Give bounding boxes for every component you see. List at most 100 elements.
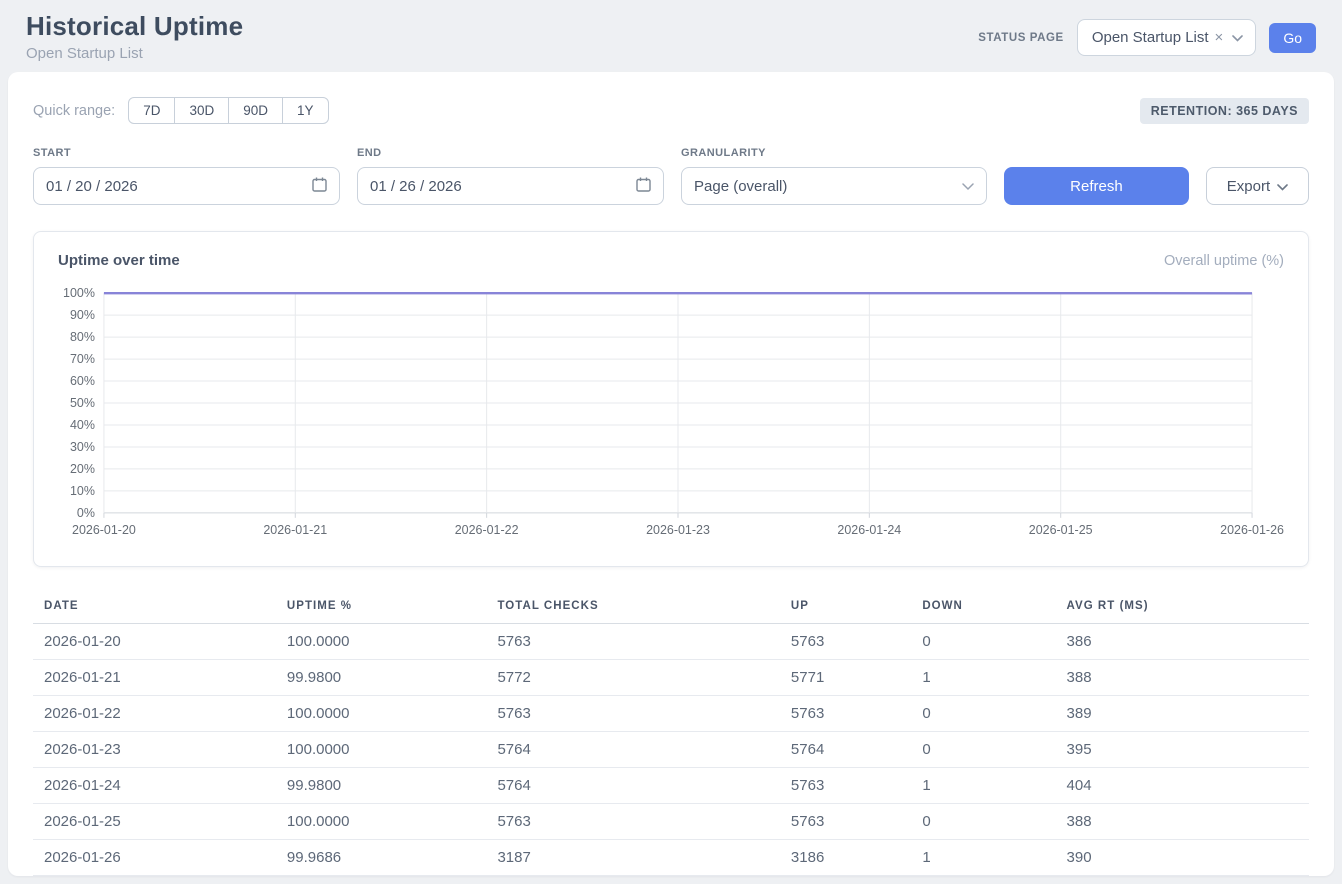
svg-text:100%: 100% — [63, 286, 95, 300]
table-cell: 5763 — [791, 804, 922, 840]
retention-badge: RETENTION: 365 DAYS — [1140, 98, 1309, 124]
table-cell: 0 — [922, 624, 1066, 660]
quick-range-30d[interactable]: 30D — [174, 97, 229, 124]
end-date-value: 01 / 26 / 2026 — [370, 178, 462, 195]
table-cell: 1 — [922, 840, 1066, 876]
refresh-button[interactable]: Refresh — [1004, 167, 1189, 205]
page-subtitle: Open Startup List — [26, 45, 243, 62]
svg-text:2026-01-22: 2026-01-22 — [455, 523, 519, 537]
uptime-line-chart: 0%10%20%30%40%50%60%70%80%90%100%2026-01… — [58, 283, 1284, 539]
chevron-down-icon — [962, 178, 974, 195]
table-cell: 99.9686 — [287, 840, 498, 876]
table-cell: 389 — [1067, 696, 1309, 732]
chart-legend: Overall uptime (%) — [1164, 253, 1284, 269]
table-cell: 388 — [1067, 804, 1309, 840]
table-row: 2026-01-2699.9686318731861390 — [33, 840, 1309, 876]
quick-range-row: Quick range: 7D30D90D1Y RETENTION: 365 D… — [33, 97, 1309, 124]
svg-text:2026-01-23: 2026-01-23 — [646, 523, 710, 537]
column-header: TOTAL CHECKS — [497, 591, 790, 624]
table-cell: 2026-01-24 — [33, 768, 287, 804]
quick-range-7d[interactable]: 7D — [128, 97, 175, 124]
table-row: 2026-01-22100.0000576357630389 — [33, 696, 1309, 732]
table-row: 2026-01-23100.0000576457640395 — [33, 732, 1309, 768]
table-cell: 5772 — [497, 660, 790, 696]
column-header: AVG RT (MS) — [1067, 591, 1309, 624]
calendar-icon[interactable] — [636, 177, 651, 196]
table-cell: 100.0000 — [287, 732, 498, 768]
table-header-row: DATEUPTIME %TOTAL CHECKSUPDOWNAVG RT (MS… — [33, 591, 1309, 624]
filters-row: START 01 / 20 / 2026 END 01 / 26 / 2026 … — [33, 147, 1309, 205]
quick-range-1y[interactable]: 1Y — [282, 97, 329, 124]
granularity-select[interactable]: Page (overall) — [681, 167, 987, 205]
svg-text:20%: 20% — [70, 462, 95, 476]
end-date-input[interactable]: 01 / 26 / 2026 — [357, 167, 664, 205]
table-cell: 5771 — [791, 660, 922, 696]
table-cell: 100.0000 — [287, 804, 498, 840]
table-cell: 5763 — [497, 804, 790, 840]
table-cell: 3186 — [791, 840, 922, 876]
column-header: DOWN — [922, 591, 1066, 624]
table-cell: 388 — [1067, 660, 1309, 696]
column-header: UP — [791, 591, 922, 624]
svg-text:60%: 60% — [70, 374, 95, 388]
quick-range-group: 7D30D90D1Y — [128, 97, 328, 124]
end-label: END — [357, 147, 664, 159]
start-date-input[interactable]: 01 / 20 / 2026 — [33, 167, 340, 205]
chart-title: Uptime over time — [58, 252, 180, 269]
page-title: Historical Uptime — [26, 11, 243, 42]
svg-text:90%: 90% — [70, 308, 95, 322]
table-cell: 100.0000 — [287, 624, 498, 660]
status-page-value: Open Startup List — [1092, 29, 1209, 46]
table-cell: 1 — [922, 768, 1066, 804]
svg-text:2026-01-25: 2026-01-25 — [1029, 523, 1093, 537]
table-row: 2026-01-25100.0000576357630388 — [33, 804, 1309, 840]
granularity-field: GRANULARITY Page (overall) — [681, 147, 987, 205]
uptime-table: DATEUPTIME %TOTAL CHECKSUPDOWNAVG RT (MS… — [33, 591, 1309, 876]
export-button[interactable]: Export — [1206, 167, 1309, 205]
clear-selection-icon[interactable]: × — [1215, 29, 1224, 46]
table-cell: 5764 — [497, 732, 790, 768]
table-cell: 0 — [922, 696, 1066, 732]
table-cell: 5763 — [497, 624, 790, 660]
table-cell: 1 — [922, 660, 1066, 696]
table-cell: 100.0000 — [287, 696, 498, 732]
table-cell: 5763 — [497, 696, 790, 732]
top-header: Historical Uptime Open Startup List STAT… — [0, 0, 1342, 72]
svg-text:2026-01-21: 2026-01-21 — [263, 523, 327, 537]
svg-text:40%: 40% — [70, 418, 95, 432]
table-cell: 390 — [1067, 840, 1309, 876]
table-cell: 99.9800 — [287, 660, 498, 696]
table-cell: 395 — [1067, 732, 1309, 768]
table-cell: 2026-01-20 — [33, 624, 287, 660]
table-cell: 2026-01-25 — [33, 804, 287, 840]
table-cell: 3187 — [497, 840, 790, 876]
svg-text:10%: 10% — [70, 484, 95, 498]
quick-range-label: Quick range: — [33, 103, 115, 119]
table-cell: 0 — [922, 732, 1066, 768]
status-page-select[interactable]: Open Startup List × — [1077, 19, 1257, 56]
table-cell: 386 — [1067, 624, 1309, 660]
calendar-icon[interactable] — [312, 177, 327, 196]
column-header: UPTIME % — [287, 591, 498, 624]
svg-text:70%: 70% — [70, 352, 95, 366]
start-date-field: START 01 / 20 / 2026 — [33, 147, 340, 205]
table-cell: 5763 — [791, 768, 922, 804]
end-date-field: END 01 / 26 / 2026 — [357, 147, 664, 205]
table-cell: 2026-01-26 — [33, 840, 287, 876]
svg-text:80%: 80% — [70, 330, 95, 344]
go-button[interactable]: Go — [1269, 23, 1316, 53]
granularity-label: GRANULARITY — [681, 147, 987, 159]
table-cell: 5764 — [791, 732, 922, 768]
table-cell: 5763 — [791, 696, 922, 732]
column-header: DATE — [33, 591, 287, 624]
chevron-down-icon — [1277, 178, 1288, 195]
chevron-down-icon — [1232, 29, 1243, 46]
title-block: Historical Uptime Open Startup List — [26, 11, 243, 62]
granularity-value: Page (overall) — [694, 178, 787, 195]
table-cell: 2026-01-21 — [33, 660, 287, 696]
table-cell: 0 — [922, 804, 1066, 840]
start-label: START — [33, 147, 340, 159]
quick-range-90d[interactable]: 90D — [228, 97, 283, 124]
svg-text:30%: 30% — [70, 440, 95, 454]
svg-text:50%: 50% — [70, 396, 95, 410]
